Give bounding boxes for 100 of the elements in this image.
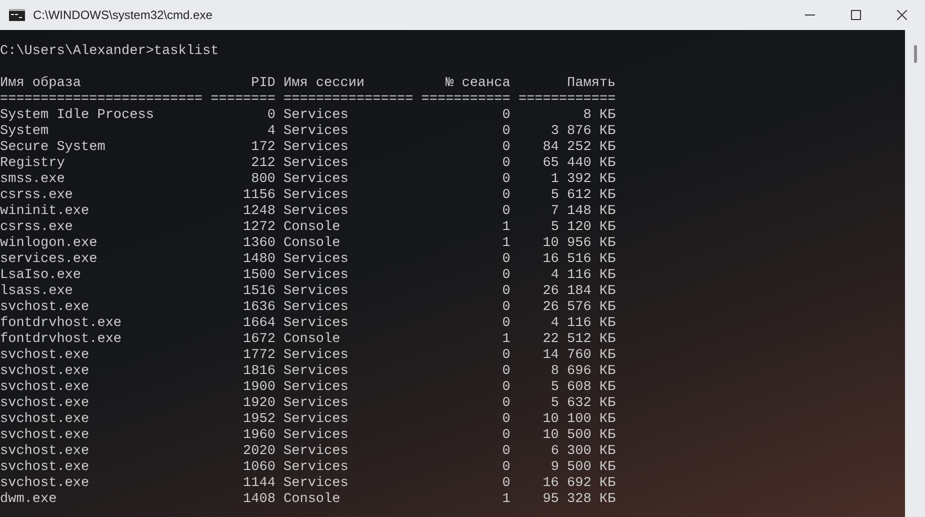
table-cell-text: 212: [250, 156, 276, 172]
table-cell-text: 1500: [242, 268, 276, 284]
table-cell-text: 4 116 КБ: [550, 316, 616, 332]
table-cell-text: 10 100 КБ: [542, 412, 616, 428]
table-cell-text: 1060: [242, 460, 276, 476]
table-cell-text: 3 876 КБ: [550, 124, 616, 140]
table-cell-text: 1272: [242, 220, 276, 236]
table-cell-text: 1516: [242, 284, 276, 300]
table-cell-text: Services: [284, 156, 350, 172]
table-cell-text: 800: [250, 172, 276, 188]
table-cell-text: fontdrvhost.exe: [0, 316, 123, 332]
table-cell-text: Services: [284, 396, 350, 412]
table-cell-text: 16 692 КБ: [542, 476, 616, 492]
table-cell-text: 0: [501, 412, 510, 428]
table-cell-text: 8 КБ: [582, 108, 616, 124]
table-cell-text: Console: [284, 332, 342, 348]
console-icon: [9, 9, 25, 21]
table-cell-text: 65 440 КБ: [542, 156, 616, 172]
column-header: Имя образа: [0, 76, 82, 92]
maximize-icon: [851, 10, 861, 20]
table-cell-text: 5 120 КБ: [550, 220, 616, 236]
table-cell-text: Services: [284, 204, 350, 220]
table-cell-text: Services: [284, 300, 350, 316]
table-cell-text: smss.exe: [0, 172, 66, 188]
table-cell-text: 172: [250, 140, 276, 156]
table-cell-text: 1: [501, 332, 510, 348]
column-header: Имя сессии: [284, 76, 366, 92]
table-cell-text: svchost.exe: [0, 444, 90, 460]
table-cell-text: 0: [501, 188, 510, 204]
table-cell-text: services.exe: [0, 252, 98, 268]
table-cell-text: Services: [284, 268, 350, 284]
table-cell-text: 1816: [242, 364, 276, 380]
table-cell-text: Services: [284, 348, 350, 364]
table-cell-text: svchost.exe: [0, 396, 90, 412]
table-cell-text: 8 696 КБ: [550, 364, 616, 380]
table-cell-text: Registry: [0, 156, 66, 172]
table-cell-text: Services: [284, 476, 350, 492]
table-cell-text: dwm.exe: [0, 492, 58, 508]
table-cell-text: Services: [284, 140, 350, 156]
separator-line: ========================= ======== ================ =========== ============: [0, 92, 616, 108]
table-cell-text: Secure System: [0, 140, 106, 156]
table-cell-text: 0: [501, 316, 510, 332]
table-cell-text: Services: [284, 380, 350, 396]
table-cell-text: 4: [266, 124, 276, 140]
table-cell-text: 1: [501, 236, 510, 252]
table-cell-text: Services: [284, 108, 350, 124]
table-cell-text: 1636: [242, 300, 276, 316]
table-cell-text: 5 632 КБ: [550, 396, 616, 412]
table-cell-text: 1952: [242, 412, 276, 428]
table-cell-text: svchost.exe: [0, 300, 90, 316]
table-cell-text: svchost.exe: [0, 428, 90, 444]
table-cell-text: 0: [501, 380, 510, 396]
table-cell-text: svchost.exe: [0, 412, 90, 428]
table-cell-text: csrss.exe: [0, 188, 74, 204]
table-cell-text: svchost.exe: [0, 364, 90, 380]
table-cell-text: 0: [501, 396, 510, 412]
table-cell-text: Services: [284, 412, 350, 428]
table-cell-text: 1156: [242, 188, 276, 204]
table-cell-text: winlogon.exe: [0, 236, 98, 252]
table-cell-text: 7 148 КБ: [550, 204, 616, 220]
table-cell-text: 2020: [242, 444, 276, 460]
table-cell-text: 1144: [242, 476, 276, 492]
table-cell-text: Services: [284, 188, 350, 204]
table-cell-text: 0: [501, 204, 510, 220]
table-cell-text: 10 956 КБ: [542, 236, 616, 252]
table-cell-text: 1248: [242, 204, 276, 220]
table-cell-text: 84 252 КБ: [542, 140, 616, 156]
table-cell-text: 1480: [242, 252, 276, 268]
table-cell-text: 0: [501, 108, 510, 124]
table-cell-text: 0: [501, 124, 510, 140]
table-cell-text: Services: [284, 428, 350, 444]
column-header: Память: [566, 76, 616, 92]
table-cell-text: System Idle Process: [0, 108, 155, 124]
table-cell-text: System: [0, 124, 50, 140]
table-cell-text: 6 300 КБ: [550, 444, 616, 460]
table-cell-text: 0: [501, 140, 510, 156]
table-cell-text: svchost.exe: [0, 380, 90, 396]
table-cell-text: 1900: [242, 380, 276, 396]
table-cell-text: 26 184 КБ: [542, 284, 616, 300]
table-cell-text: 16 516 КБ: [542, 252, 616, 268]
table-cell-text: 10 500 КБ: [542, 428, 616, 444]
table-cell-text: 22 512 КБ: [542, 332, 616, 348]
table-cell-text: 95 328 КБ: [542, 492, 616, 508]
table-cell-text: 1: [501, 220, 510, 236]
table-cell-text: 1772: [242, 348, 276, 364]
column-header: № сеанса: [444, 76, 510, 92]
table-cell-text: 0: [501, 252, 510, 268]
table-cell-text: 0: [501, 444, 510, 460]
table-cell-text: Services: [284, 316, 350, 332]
table-cell-text: svchost.exe: [0, 460, 90, 476]
table-cell-text: 1664: [242, 316, 276, 332]
table-cell-text: 0: [501, 364, 510, 380]
table-cell-text: 1 392 КБ: [550, 172, 616, 188]
table-cell-text: Services: [284, 252, 350, 268]
table-cell-text: svchost.exe: [0, 348, 90, 364]
table-cell-text: Services: [284, 444, 350, 460]
table-cell-text: 0: [501, 284, 510, 300]
window-title: C:\WINDOWS\system32\cmd.exe: [33, 8, 214, 22]
table-cell-text: csrss.exe: [0, 220, 74, 236]
table-cell-text: 26 576 КБ: [542, 300, 616, 316]
